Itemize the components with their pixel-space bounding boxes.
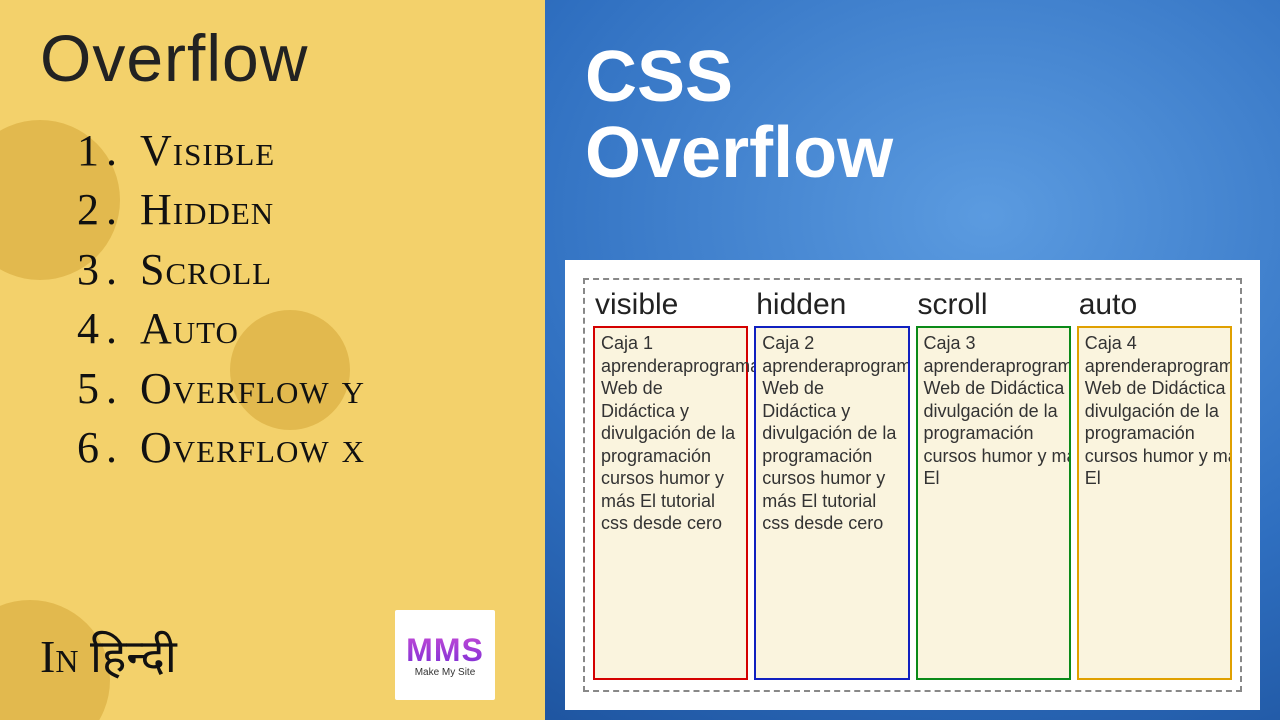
demo-box-visible: Caja 1 aprenderaprogramar Web de Didácti… <box>593 326 748 680</box>
demo-box-text: Caja 2 aprenderaprogramar Web de Didácti… <box>756 328 907 539</box>
list-label: Hidden <box>140 180 274 239</box>
right-title-line1: CSS <box>585 40 1280 116</box>
logo-text: MMS <box>406 632 484 669</box>
demo-box-auto[interactable]: Caja 4 aprenderaprogramar Web de Didácti… <box>1077 326 1232 680</box>
list-dot: . <box>100 121 140 180</box>
demo-inner: visible Caja 1 aprenderaprogramar Web de… <box>583 278 1242 692</box>
col-title: auto <box>1077 288 1232 326</box>
list-num: 2 <box>40 180 100 239</box>
list-num: 6 <box>40 418 100 477</box>
list-dot: . <box>100 359 140 418</box>
right-panel: CSS Overflow visible Caja 1 aprenderapro… <box>545 0 1280 720</box>
list-item: 4 . Auto <box>40 299 545 358</box>
list-dot: . <box>100 299 140 358</box>
demo-box-text: Caja 1 aprenderaprogramar Web de Didácti… <box>595 328 746 539</box>
list-item: 6 . Overflow x <box>40 418 545 477</box>
list-num: 1 <box>40 121 100 180</box>
list-label: Overflow x <box>140 418 365 477</box>
left-panel: Overflow 1 . Visible 2 . Hidden 3 . Scro… <box>0 0 545 720</box>
list-num: 4 <box>40 299 100 358</box>
demo-box-text: Caja 4 aprenderaprogramar Web de Didácti… <box>1079 328 1232 680</box>
list-item: 3 . Scroll <box>40 240 545 299</box>
list-label: Auto <box>140 299 239 358</box>
col-title: hidden <box>754 288 909 326</box>
list-num: 5 <box>40 359 100 418</box>
col-title: visible <box>593 288 748 326</box>
list-label: Scroll <box>140 240 272 299</box>
overflow-list: 1 . Visible 2 . Hidden 3 . Scroll 4 . Au… <box>40 121 545 477</box>
language-label: In हिन्दी <box>40 624 177 686</box>
list-num: 3 <box>40 240 100 299</box>
col-title: scroll <box>916 288 1071 326</box>
demo-box-scroll[interactable]: Caja 3 aprenderaprogramar Web de Didácti… <box>916 326 1071 680</box>
list-dot: . <box>100 240 140 299</box>
right-title: CSS Overflow <box>545 0 1280 191</box>
demo-panel: visible Caja 1 aprenderaprogramar Web de… <box>565 260 1260 710</box>
list-item: 1 . Visible <box>40 121 545 180</box>
demo-col-hidden: hidden Caja 2 aprenderaprogramar Web de … <box>754 288 909 680</box>
list-item: 5 . Overflow y <box>40 359 545 418</box>
demo-col-auto: auto Caja 4 aprenderaprogramar Web de Di… <box>1077 288 1232 680</box>
left-title: Overflow <box>40 20 545 96</box>
list-label: Overflow y <box>140 359 365 418</box>
in-word: In <box>40 631 78 682</box>
list-dot: . <box>100 418 140 477</box>
list-item: 2 . Hidden <box>40 180 545 239</box>
logo-subtext: Make My Site <box>415 667 476 678</box>
demo-col-scroll: scroll Caja 3 aprenderaprogramar Web de … <box>916 288 1071 680</box>
demo-box-text: Caja 3 aprenderaprogramar Web de Didácti… <box>918 328 1071 680</box>
right-title-line2: Overflow <box>585 116 1280 192</box>
demo-col-visible: visible Caja 1 aprenderaprogramar Web de… <box>593 288 748 680</box>
demo-box-hidden: Caja 2 aprenderaprogramar Web de Didácti… <box>754 326 909 680</box>
bottom-row: In हिन्दी MMS Make My Site <box>40 610 525 700</box>
lang-text: हिन्दी <box>90 631 177 682</box>
list-dot: . <box>100 180 140 239</box>
list-label: Visible <box>140 121 275 180</box>
mms-logo: MMS Make My Site <box>395 610 495 700</box>
